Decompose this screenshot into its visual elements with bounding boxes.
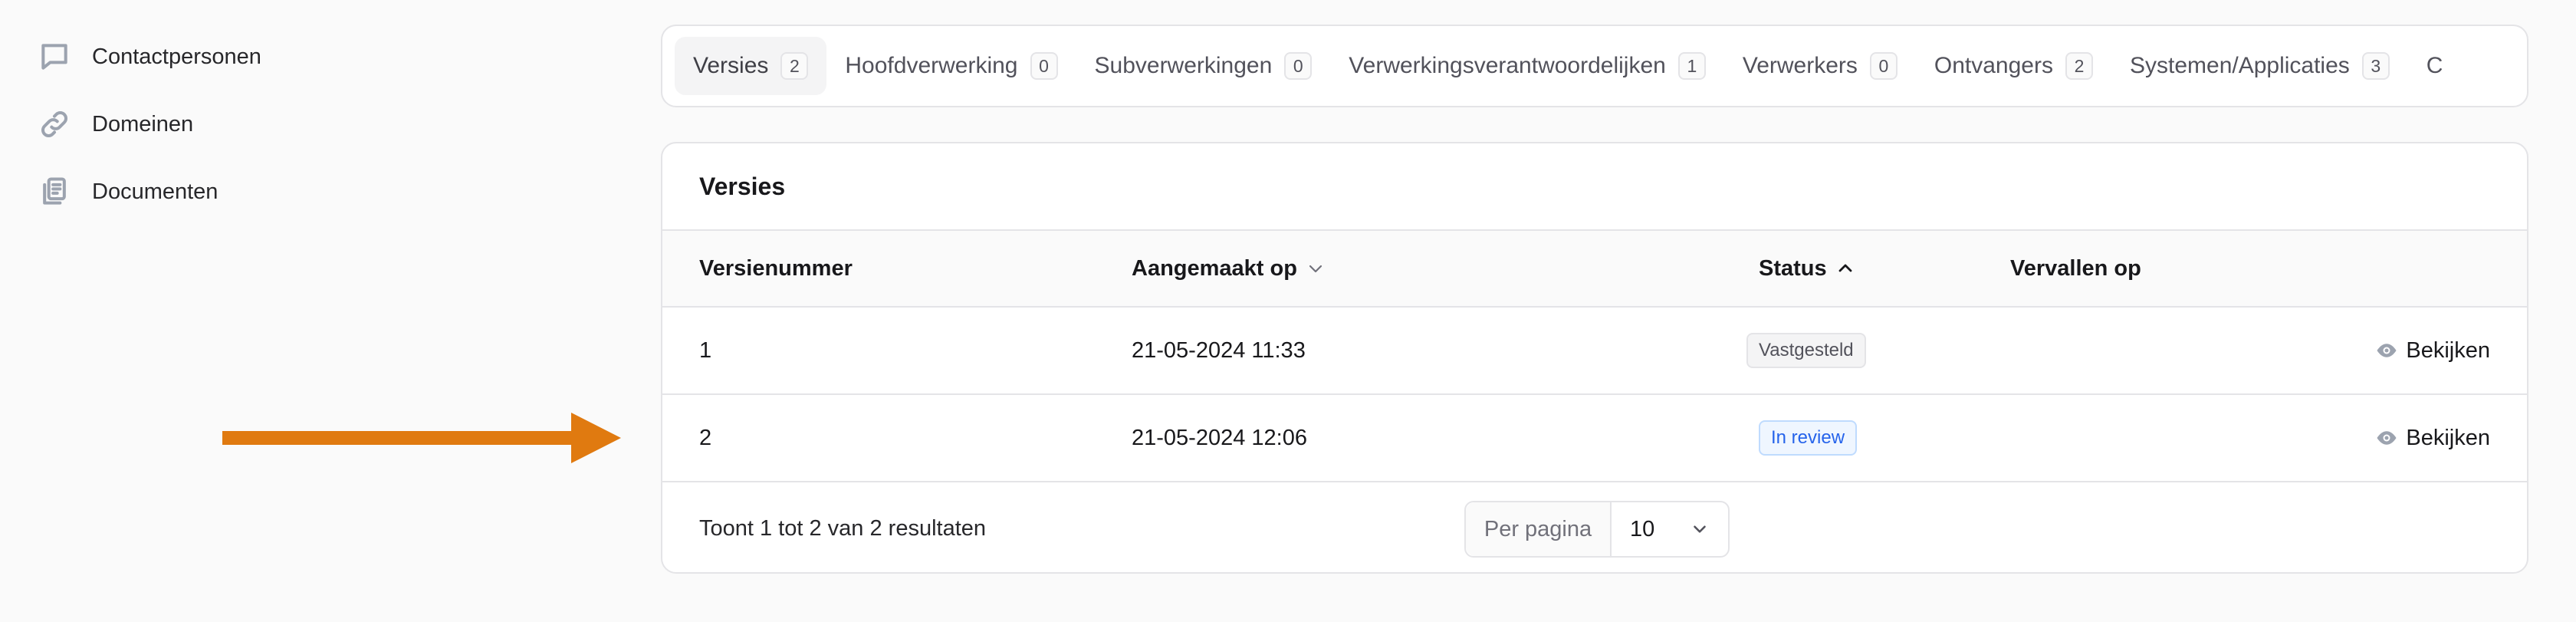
per-page-select[interactable]: 10: [1612, 502, 1728, 556]
sidebar-item-label: Domeinen: [92, 111, 194, 137]
per-page-control: Per pagina 10: [1464, 501, 1730, 558]
per-page-value: 10: [1630, 516, 1655, 541]
table-row: 2 21-05-2024 12:06 In review Bekijken: [662, 395, 2527, 482]
tab-label: Versies: [693, 53, 769, 78]
tab-verwerkers[interactable]: Verwerkers 0: [1724, 37, 1916, 95]
table-header: Versienummer Aangemaakt op Status Verval…: [662, 231, 2527, 308]
versions-card: Versies Versienummer Aangemaakt op Statu…: [661, 142, 2528, 574]
link-icon: [35, 105, 74, 143]
cell-versienummer: 1: [699, 337, 712, 363]
tab-bar: Versies 2 Hoofdverwerking 0 Subverwerkin…: [661, 25, 2528, 107]
cell-aangemaakt-op: 21-05-2024 11:33: [1132, 337, 1306, 363]
tab-hoofdverwerking[interactable]: Hoofdverwerking 0: [826, 37, 1076, 95]
tab-count-badge: 0: [1284, 52, 1313, 80]
eye-icon: [2377, 344, 2397, 357]
tab-verwerkingsverantwoordelijken[interactable]: Verwerkingsverantwoordelijken 1: [1330, 37, 1724, 95]
chevron-down-icon: [1694, 525, 1706, 533]
card-title: Versies: [662, 143, 2527, 231]
status-badge: Vastgesteld: [1746, 333, 1866, 368]
tab-count-badge: 1: [1677, 52, 1706, 80]
cell-status: Vastgesteld: [1746, 308, 1866, 393]
tab-label: Systemen/Applicaties: [2129, 53, 2350, 78]
column-header-versienummer[interactable]: Versienummer: [699, 231, 853, 306]
chat-bubble-icon: [35, 38, 74, 76]
tab-subverwerkingen[interactable]: Subverwerkingen 0: [1076, 37, 1331, 95]
tab-label: Ontvangers: [1934, 53, 2053, 78]
chevron-down-icon: [1309, 265, 1322, 273]
tab-label: Hoofdverwerking: [845, 53, 1018, 78]
cell-aangemaakt-op: 21-05-2024 12:06: [1132, 425, 1307, 450]
per-page-label: Per pagina: [1466, 502, 1612, 556]
tab-label: C: [2426, 53, 2443, 78]
arrow-head: [571, 413, 621, 463]
sidebar-item-domeinen[interactable]: Domeinen: [35, 91, 311, 158]
tab-truncated[interactable]: C: [2408, 37, 2462, 95]
arrow-shaft: [222, 431, 575, 445]
tab-ontvangers[interactable]: Ontvangers 2: [1916, 37, 2111, 95]
column-label: Aangemaakt op: [1132, 255, 1297, 281]
sidebar: Contactpersonen Domeinen Documenten: [35, 23, 311, 225]
tab-count-badge: 0: [1030, 52, 1058, 80]
column-label: Versienummer: [699, 255, 853, 281]
tab-label: Verwerkingsverantwoordelijken: [1349, 53, 1666, 78]
view-button[interactable]: Bekijken: [2375, 395, 2490, 481]
tab-systemen-applicaties[interactable]: Systemen/Applicaties 3: [2111, 37, 2408, 95]
sidebar-item-contactpersonen[interactable]: Contactpersonen: [35, 23, 311, 91]
documents-icon: [35, 173, 74, 211]
table-row: 1 21-05-2024 11:33 Vastgesteld Bekijken: [662, 308, 2527, 395]
tab-count-badge: 2: [780, 52, 809, 80]
sidebar-item-label: Contactpersonen: [92, 44, 261, 69]
cell-versienummer: 2: [699, 425, 712, 450]
column-header-vervallen-op[interactable]: Vervallen op: [2010, 231, 2141, 306]
eye-icon: [2377, 431, 2397, 445]
chevron-up-icon: [1838, 264, 1852, 272]
view-label: Bekijken: [2406, 425, 2490, 450]
sidebar-item-label: Documenten: [92, 179, 219, 204]
tab-label: Subverwerkingen: [1094, 53, 1273, 78]
tab-versies[interactable]: Versies 2: [675, 37, 827, 95]
tab-count-badge: 3: [2361, 52, 2390, 80]
column-label: Vervallen op: [2010, 255, 2141, 281]
column-label: Status: [1759, 255, 1827, 281]
pagination-summary: Toont 1 tot 2 van 2 resultaten: [699, 516, 987, 541]
tab-label: Verwerkers: [1742, 53, 1858, 78]
tab-count-badge: 0: [1869, 52, 1898, 80]
annotation-arrow: [222, 413, 621, 463]
tab-count-badge: 2: [2065, 52, 2093, 80]
status-badge: In review: [1759, 420, 1858, 456]
sidebar-item-documenten[interactable]: Documenten: [35, 158, 311, 225]
view-label: Bekijken: [2406, 337, 2490, 363]
cell-status: In review: [1759, 395, 1858, 481]
view-button[interactable]: Bekijken: [2375, 308, 2490, 393]
column-header-status[interactable]: Status: [1759, 231, 1855, 306]
table-footer: Toont 1 tot 2 van 2 resultaten Per pagin…: [662, 482, 2527, 572]
column-header-aangemaakt-op[interactable]: Aangemaakt op: [1132, 231, 1325, 306]
